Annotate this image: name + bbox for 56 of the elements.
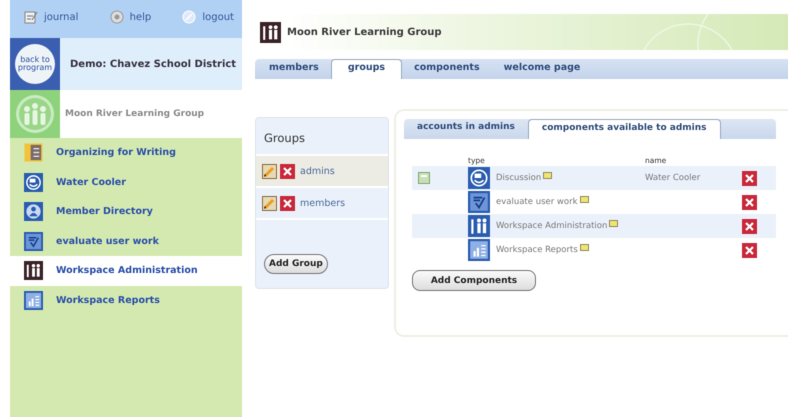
- note-icon[interactable]: [609, 220, 618, 226]
- bar-chart-icon: [24, 290, 43, 310]
- program-title: Demo: Chavez School District: [70, 58, 236, 70]
- tab[interactable]: welcome page: [492, 59, 592, 79]
- workspace-title: Moon River Learning Group: [287, 26, 442, 38]
- tab[interactable]: components available to admins: [528, 119, 721, 139]
- component-name: Water Cooler: [645, 173, 700, 183]
- note-icon[interactable]: [580, 196, 589, 202]
- tab[interactable]: components: [402, 59, 492, 79]
- component-type: Workspace Administration: [496, 221, 608, 231]
- add-group-button[interactable]: Add Group: [264, 254, 328, 274]
- checklist-icon: [468, 191, 490, 213]
- delete-icon[interactable]: [280, 164, 295, 178]
- back-to-program-badge[interactable]: back to program: [10, 38, 60, 90]
- group-row[interactable]: admins: [256, 156, 388, 188]
- group-title: Moon River Learning Group: [65, 109, 204, 119]
- logout-icon: [182, 10, 196, 24]
- sidebar-item[interactable]: evaluate user work: [10, 226, 242, 256]
- delete-icon[interactable]: [742, 194, 756, 210]
- tab[interactable]: groups: [330, 59, 402, 79]
- notebook-icon: [24, 143, 43, 162]
- note-icon[interactable]: [580, 244, 589, 250]
- tab[interactable]: members: [257, 59, 331, 79]
- sidebar-item[interactable]: Organizing for Writing: [10, 138, 242, 168]
- checklist-icon: [24, 232, 43, 251]
- people-tools-icon: [260, 22, 281, 42]
- pencil-icon[interactable]: [262, 196, 277, 210]
- sidebar-item[interactable]: Workspace Reports: [10, 286, 242, 315]
- person-icon: [24, 202, 43, 222]
- people-tools-icon: [468, 215, 490, 237]
- delete-icon[interactable]: [742, 170, 756, 186]
- add-components-button[interactable]: Add Components: [412, 270, 536, 291]
- top-link[interactable]: journal: [24, 10, 78, 24]
- top-link[interactable]: logout: [182, 10, 234, 24]
- bar-chart-icon: [468, 239, 490, 261]
- group-link[interactable]: members: [300, 198, 346, 208]
- notepad-icon: [24, 10, 38, 24]
- note-icon[interactable]: [543, 172, 552, 178]
- group-row[interactable]: members: [256, 188, 388, 220]
- component-type: Workspace Reports: [496, 245, 578, 255]
- people-tools-icon: [24, 261, 43, 280]
- component-type: evaluate user work: [496, 197, 578, 207]
- sidebar-item[interactable]: Water Cooler: [10, 168, 242, 197]
- chat-icon: [468, 167, 490, 189]
- sidebar-item[interactable]: Member Directory: [10, 197, 242, 226]
- group-link[interactable]: admins: [300, 166, 335, 176]
- help-icon: [110, 10, 124, 24]
- component-type: Discussion: [496, 173, 542, 183]
- sidebar-item[interactable]: Workspace Administration: [10, 256, 242, 286]
- top-link[interactable]: help: [110, 10, 152, 24]
- tab[interactable]: accounts in admins: [404, 119, 528, 139]
- delete-icon[interactable]: [280, 196, 295, 210]
- delete-icon[interactable]: [742, 218, 756, 234]
- pencil-icon[interactable]: [262, 164, 277, 178]
- delete-icon[interactable]: [742, 242, 756, 258]
- chat-icon: [24, 172, 43, 192]
